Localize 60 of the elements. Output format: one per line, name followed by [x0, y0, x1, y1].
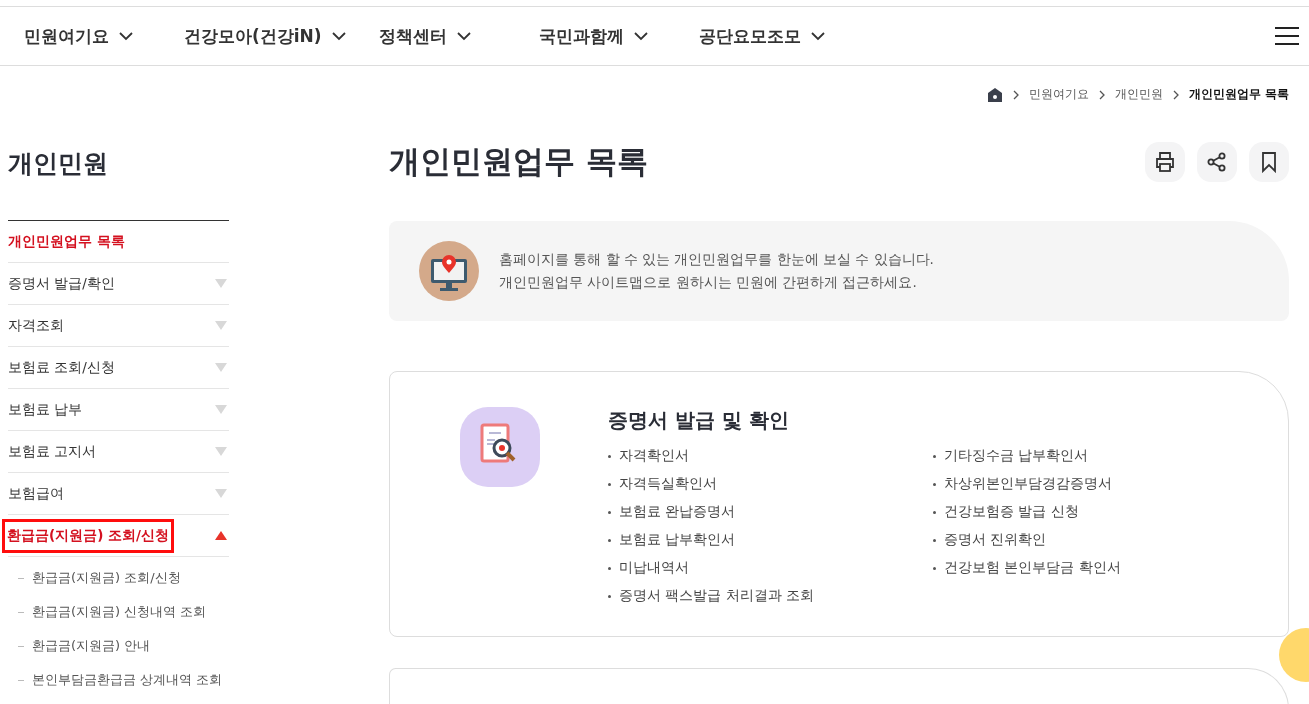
bookmark-button[interactable]: [1249, 142, 1289, 182]
share-icon: [1206, 151, 1228, 173]
service-link[interactable]: 자격득실확인서: [608, 470, 933, 498]
service-link[interactable]: 기타징수금 납부확인서: [933, 442, 1258, 470]
sidebar-item[interactable]: 보험급여: [8, 480, 64, 507]
sidebar-item[interactable]: 보험료 납부: [8, 396, 83, 423]
chevron-down-icon: [457, 31, 471, 41]
monitor-pin-icon: [419, 241, 479, 301]
triangle-down-icon[interactable]: [215, 447, 227, 456]
sidebar-item[interactable]: 자격조회: [8, 312, 64, 339]
sidebar-item[interactable]: 개인민원업무 목록: [8, 228, 125, 255]
sidebar-item[interactable]: 보험료 고지서: [8, 438, 97, 465]
document-search-icon: [460, 407, 540, 487]
home-icon[interactable]: [986, 86, 1003, 103]
nav-menu-item[interactable]: 공단요모조모: [699, 24, 825, 48]
triangle-up-icon[interactable]: [215, 531, 227, 540]
triangle-down-icon[interactable]: [215, 489, 227, 498]
sidebar-item[interactable]: 환급금(지원금) 조회/신청: [5, 521, 171, 550]
triangle-down-icon[interactable]: [215, 363, 227, 372]
submenu-link[interactable]: 환급금(지원금) 안내: [18, 629, 229, 663]
chevron-right-icon: [1171, 89, 1180, 100]
chevron-right-icon: [1011, 89, 1020, 100]
service-link[interactable]: 미납내역서: [608, 554, 933, 582]
nav-menu-item[interactable]: 건강모아(건강iN): [184, 24, 379, 48]
info-text: 홈페이지를 통해 할 수 있는 개인민원업무를 한눈에 보실 수 있습니다.: [499, 250, 934, 269]
chevron-down-icon: [119, 31, 133, 41]
chevron-down-icon: [811, 31, 825, 41]
nav-menu-item[interactable]: 국민과함께: [539, 24, 699, 48]
sidebar-item[interactable]: 보험료 조회/신청: [8, 354, 115, 381]
service-link[interactable]: 보험료 완납증명서: [608, 498, 933, 526]
triangle-down-icon[interactable]: [215, 405, 227, 414]
service-link[interactable]: 증명서 팩스발급 처리결과 조회: [608, 582, 933, 610]
service-link[interactable]: 건강보험 본인부담금 확인서: [933, 554, 1258, 582]
breadcrumb-link[interactable]: 개인민원: [1114, 86, 1163, 103]
section-title: 증명서 발급 및 확인: [608, 407, 790, 434]
sidebar-title: 개인민원: [8, 148, 109, 180]
service-link[interactable]: 증명서 진위확인: [933, 526, 1258, 554]
submenu-link[interactable]: 환급금(지원금) 신청내역 조회: [18, 595, 229, 629]
breadcrumb-link[interactable]: 개인민원업무 목록: [1188, 86, 1289, 103]
service-link[interactable]: 보험료 납부확인서: [608, 526, 933, 554]
breadcrumb-link[interactable]: 민원여기요: [1028, 86, 1089, 103]
nav-menu-item[interactable]: 정책센터: [379, 24, 539, 48]
triangle-down-icon[interactable]: [215, 279, 227, 288]
service-link[interactable]: 건강보험증 발급 신청: [933, 498, 1258, 526]
menu-icon[interactable]: [1275, 26, 1299, 46]
submenu-link[interactable]: 환급금(지원금) 조회/신청: [18, 561, 229, 595]
info-text: 개인민원업무 사이트맵으로 원하시는 민원에 간편하게 접근하세요.: [499, 273, 918, 292]
submenu-link[interactable]: 본인부담금환급금 상계내역 조회: [18, 663, 229, 697]
chevron-down-icon: [331, 31, 346, 41]
print-button[interactable]: [1145, 142, 1185, 182]
triangle-down-icon[interactable]: [215, 321, 227, 330]
chevron-down-icon: [634, 31, 648, 41]
nav-menu-item[interactable]: 민원여기요: [24, 24, 184, 48]
service-link[interactable]: 자격확인서: [608, 442, 933, 470]
service-link[interactable]: 차상위본인부담경감증명서: [933, 470, 1258, 498]
sidebar-item[interactable]: 증명서 발급/확인: [8, 270, 115, 297]
chevron-right-icon: [1097, 89, 1106, 100]
page-title: 개인민원업무 목록: [389, 142, 648, 181]
print-icon: [1154, 151, 1176, 173]
share-button[interactable]: [1197, 142, 1237, 182]
